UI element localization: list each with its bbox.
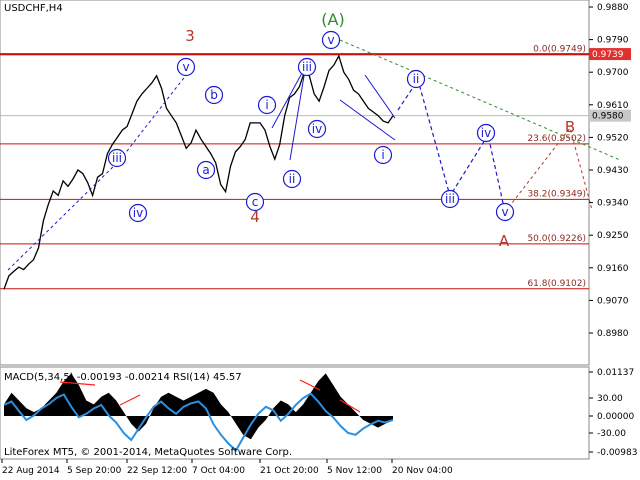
- svg-text:v: v: [182, 60, 189, 74]
- ind-tick-label: 0.01137: [597, 368, 634, 378]
- fib-level-label: 23.6(0.9502): [527, 134, 586, 144]
- wave-label-b: b: [204, 85, 224, 105]
- svg-text:a: a: [202, 163, 209, 177]
- wave-label-i: i: [257, 95, 277, 115]
- svg-text:iv: iv: [312, 122, 322, 136]
- wave-label-iii: iii: [440, 189, 460, 209]
- fib-level-label: 61.8(0.9102): [527, 279, 586, 289]
- resistance-price-label: 0.9739: [592, 50, 624, 60]
- svg-text:ii: ii: [413, 72, 420, 86]
- x-tick-label: 22 Sep 12:00: [127, 466, 187, 476]
- footer-copyright: LiteForex MT5, © 2001-2014, MetaQuotes S…: [4, 447, 292, 458]
- ind-tick-label: -30.00: [597, 429, 626, 439]
- symbol-label: USDCHF,H4: [4, 3, 63, 14]
- svg-text:iv: iv: [133, 206, 143, 220]
- wave-label-iv: iv: [476, 123, 496, 143]
- wave-label-v: v: [495, 202, 515, 222]
- x-tick-label: 5 Nov 12:00: [327, 466, 382, 476]
- x-tick-label: 5 Sep 20:00: [67, 466, 122, 476]
- fib-level-label: 50.0(0.9226): [527, 234, 586, 244]
- ind-tick-label: -0.00983: [597, 448, 637, 458]
- y-tick-label: 0.9160: [597, 264, 629, 274]
- svg-text:iii: iii: [302, 60, 312, 74]
- x-tick-label: 21 Oct 20:00: [260, 466, 319, 476]
- x-tick-label: 22 Aug 2014: [2, 466, 60, 476]
- svg-text:i: i: [381, 148, 384, 162]
- svg-text:v: v: [501, 205, 508, 219]
- x-tick-label: 20 Nov 04:00: [392, 466, 453, 476]
- y-tick-label: 0.9610: [597, 101, 629, 111]
- svg-text:iii: iii: [445, 192, 455, 206]
- y-tick-label: 0.8980: [597, 329, 629, 339]
- ind-tick-label: 30.00: [597, 394, 623, 404]
- wave-label-iv: iv: [307, 119, 327, 139]
- ind-tick-label: 0.00000: [597, 412, 634, 422]
- wave-label-i: i: [373, 145, 393, 165]
- wave-label-red-3: 3: [185, 27, 195, 45]
- chart-canvas: 0.0(0.9749) 23.6(0.9502) 38.2(0.9349) 50.0(…: [0, 0, 637, 476]
- wave-label-iii: iii: [107, 148, 127, 168]
- fib-level-label: 0.0(0.9749): [533, 44, 586, 54]
- wave-label-a: a: [196, 160, 216, 180]
- wave-label-red-4: 4: [250, 208, 260, 226]
- y-tick-label: 0.9520: [597, 133, 629, 143]
- y-tick-label: 0.9700: [597, 68, 629, 78]
- svg-text:ii: ii: [289, 172, 296, 186]
- wave-label-iv: iv: [128, 203, 148, 223]
- chart-window: 0.0(0.9749) 23.6(0.9502) 38.2(0.9349) 50.0(…: [0, 0, 640, 480]
- y-tick-label: 0.9070: [597, 296, 629, 306]
- wave-label-red-A: A: [499, 232, 510, 250]
- svg-text:iv: iv: [481, 126, 491, 140]
- wave-label-ii: ii: [406, 69, 426, 89]
- wave-channel-lines: [271, 61, 396, 161]
- wave-label-v: v: [321, 30, 341, 50]
- svg-text:v: v: [327, 33, 334, 47]
- wave-label-ii: ii: [282, 169, 302, 189]
- wave-guide-blue: [7, 69, 191, 271]
- x-tick-label: 7 Oct 04:00: [192, 466, 245, 476]
- macd-histogram: [4, 373, 393, 440]
- fib-level-label: 38.2(0.9349): [527, 189, 586, 199]
- y-tick-label: 0.9880: [597, 3, 629, 13]
- indicator-label: MACD(5,34,5) -0.00193 -0.00214 RSI(14) 4…: [4, 372, 242, 383]
- svg-text:c: c: [252, 195, 259, 209]
- y-tick-label: 0.9250: [597, 231, 629, 241]
- wave-label-iii: iii: [297, 57, 317, 77]
- y-tick-label: 0.9790: [597, 36, 629, 46]
- wave-label-green: (A): [321, 10, 344, 29]
- svg-text:b: b: [210, 88, 218, 102]
- wave-label-red-B: B: [565, 118, 575, 136]
- y-tick-label: 0.9430: [597, 166, 629, 176]
- current-price-label: 0.9580: [592, 112, 624, 122]
- svg-text:i: i: [265, 98, 268, 112]
- wave-label-v: v: [176, 57, 196, 77]
- svg-text:iii: iii: [112, 151, 122, 165]
- y-tick-label: 0.9340: [597, 199, 629, 209]
